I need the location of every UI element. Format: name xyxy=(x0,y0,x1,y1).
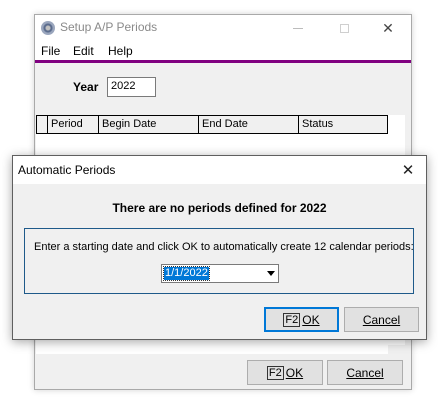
maximize-button[interactable] xyxy=(321,15,367,41)
dialog-ok-button[interactable]: F2 OK xyxy=(264,307,339,332)
start-date-dropdown[interactable]: 1/1/2022 xyxy=(161,264,279,283)
dialog-headline: There are no periods defined for 2022 xyxy=(112,201,327,215)
cancel-button[interactable]: Cancel xyxy=(327,360,403,385)
menu-edit[interactable]: Edit xyxy=(73,44,94,58)
dialog-cancel-button[interactable]: Cancel xyxy=(344,307,419,332)
main-titlebar[interactable]: Setup A/P Periods ✕ xyxy=(35,15,411,41)
menu-bar: File Edit Help xyxy=(35,41,411,61)
minimize-icon xyxy=(293,27,303,29)
f2-key-hint: F2 xyxy=(283,312,301,327)
close-icon: ✕ xyxy=(401,162,415,179)
menu-help[interactable]: Help xyxy=(108,44,133,58)
minimize-button[interactable] xyxy=(275,15,321,41)
column-header-begin-date[interactable]: Begin Date xyxy=(98,116,199,133)
window-title: Setup A/P Periods xyxy=(60,20,158,34)
ok-label: OK xyxy=(285,365,304,380)
f2-key-hint: F2 xyxy=(266,365,284,380)
automatic-periods-dialog: Automatic Periods ✕ There are no periods… xyxy=(12,155,427,340)
year-label: Year xyxy=(73,80,99,94)
column-header-end-date[interactable]: End Date xyxy=(198,116,299,133)
cancel-label: Cancel xyxy=(346,365,384,380)
start-date-group: Enter a starting date and click OK to au… xyxy=(24,228,414,294)
menu-file[interactable]: File xyxy=(41,44,60,58)
cancel-label: Cancel xyxy=(362,312,401,327)
start-date-value: 1/1/2022 xyxy=(163,266,210,281)
year-input[interactable]: 2022 xyxy=(107,77,156,97)
gear-icon xyxy=(41,21,55,35)
close-icon: ✕ xyxy=(382,19,394,36)
accent-divider xyxy=(35,60,411,63)
instruction-text: Enter a starting date and click OK to au… xyxy=(34,241,414,253)
dialog-close-button[interactable]: ✕ xyxy=(396,159,420,181)
column-header-status[interactable]: Status xyxy=(298,116,387,133)
column-header-period[interactable]: Period xyxy=(47,116,99,133)
chevron-down-icon[interactable] xyxy=(267,271,275,276)
ok-label: OK xyxy=(302,312,320,327)
periods-grid-header: Period Begin Date End Date Status xyxy=(36,115,388,134)
maximize-icon xyxy=(339,23,349,33)
dialog-titlebar[interactable]: Automatic Periods ✕ xyxy=(13,156,426,184)
close-button[interactable]: ✕ xyxy=(365,15,411,41)
dialog-title: Automatic Periods xyxy=(18,163,116,177)
ok-button[interactable]: F2 OK xyxy=(247,360,323,385)
